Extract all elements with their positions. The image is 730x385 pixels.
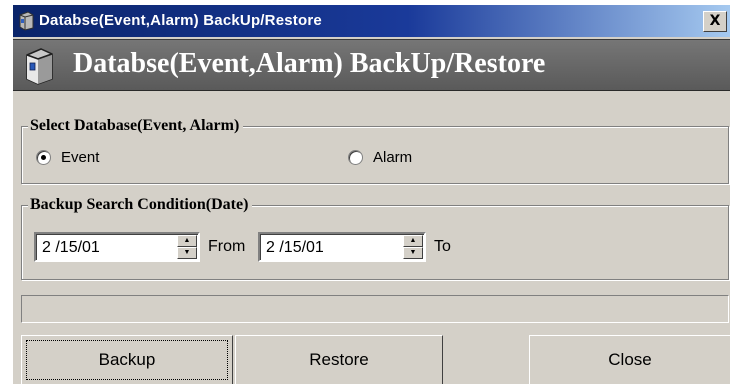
from-date-value[interactable]: 2 /15/01	[42, 239, 100, 257]
restore-button[interactable]: Restore	[235, 335, 443, 384]
from-date-down-icon[interactable]: ▼	[177, 247, 197, 259]
from-date-picker[interactable]: 2 /15/01 ▲ ▼	[34, 232, 200, 262]
select-database-legend: Select Database(Event, Alarm)	[28, 117, 244, 135]
to-date-down-icon[interactable]: ▼	[403, 247, 423, 259]
select-database-group: Select Database(Event, Alarm) Event Alar…	[21, 117, 729, 184]
to-date-value[interactable]: 2 /15/01	[266, 239, 324, 257]
database-cabinet-icon	[26, 48, 53, 85]
backup-button[interactable]: Backup	[21, 335, 233, 384]
close-icon: X	[709, 13, 721, 29]
radio-alarm[interactable]: Alarm	[348, 149, 412, 166]
close-button-label: Close	[608, 350, 652, 369]
restore-button-label: Restore	[309, 350, 369, 369]
to-date-picker[interactable]: 2 /15/01 ▲ ▼	[258, 232, 426, 262]
database-app-icon	[19, 11, 34, 31]
to-label: To	[434, 238, 451, 255]
backup-condition-legend: Backup Search Condition(Date)	[28, 196, 253, 214]
from-date-up-icon[interactable]: ▲	[177, 235, 197, 247]
close-window-button[interactable]: X	[703, 11, 727, 32]
backup-restore-window: Databse(Event,Alarm) BackUp/Restore X Da…	[12, 4, 730, 384]
to-date-up-icon[interactable]: ▲	[403, 235, 423, 247]
close-button[interactable]: Close	[529, 335, 730, 384]
window-title: Databse(Event,Alarm) BackUp/Restore	[39, 12, 322, 29]
status-bar	[21, 295, 729, 323]
radio-event-indicator[interactable]	[36, 150, 51, 165]
to-date-spinner[interactable]: ▲ ▼	[403, 235, 423, 259]
focus-rectangle	[26, 340, 228, 380]
header-banner: Databse(Event,Alarm) BackUp/Restore	[13, 39, 730, 91]
backup-condition-group: Backup Search Condition(Date) 2 /15/01 ▲…	[21, 196, 729, 280]
radio-event[interactable]: Event	[36, 149, 99, 166]
radio-event-label: Event	[61, 149, 100, 166]
title-bar[interactable]: Databse(Event,Alarm) BackUp/Restore X	[13, 5, 730, 37]
radio-alarm-indicator[interactable]	[348, 150, 363, 165]
from-label: From	[208, 238, 246, 255]
from-date-spinner[interactable]: ▲ ▼	[177, 235, 197, 259]
radio-alarm-label: Alarm	[373, 149, 413, 166]
header-title: Databse(Event,Alarm) BackUp/Restore	[73, 48, 546, 79]
